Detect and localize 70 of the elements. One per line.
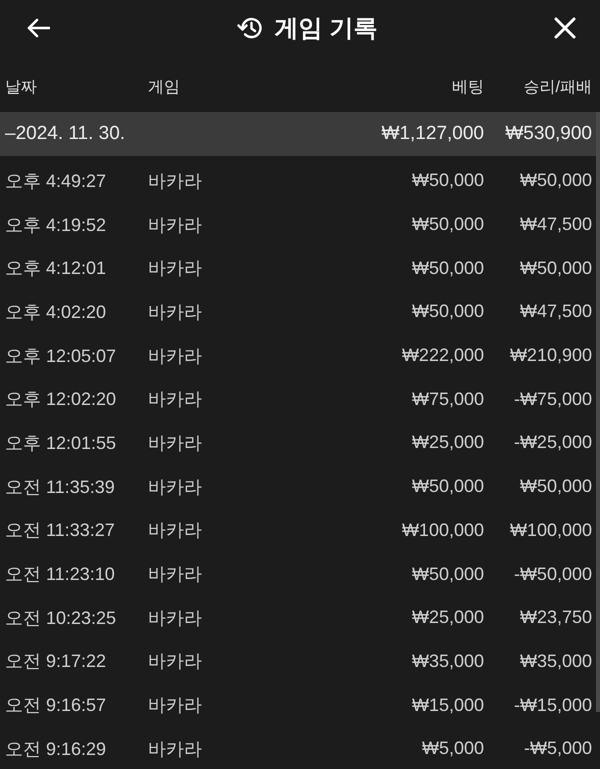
result-cell-text: ₩100,000 bbox=[508, 520, 592, 541]
time-cell-text: 오전 9:16:29 bbox=[5, 738, 108, 761]
game-cell-text: 바카라 bbox=[148, 214, 203, 237]
result-cell-text: ₩50,000 bbox=[518, 258, 592, 279]
time-cell-text: 오전 11:33:27 bbox=[5, 519, 116, 542]
game-cell-text: 바카라 bbox=[148, 563, 203, 586]
game-cell-text: 바카라 bbox=[148, 432, 203, 455]
bet-cell-text: ₩15,000 bbox=[410, 694, 484, 716]
back-arrow-icon bbox=[26, 18, 50, 38]
result-cell-text: ₩47,500 bbox=[518, 301, 592, 322]
result-cell-text: -₩75,000 bbox=[512, 388, 592, 410]
time-cell-text: 오전 11:23:10 bbox=[5, 563, 116, 586]
result-cell-text: ₩50,000 bbox=[518, 170, 592, 192]
column-header: 게임 bbox=[148, 78, 181, 98]
game-cell-text: 바카라 bbox=[148, 694, 203, 718]
bet-cell-text: ₩35,000 bbox=[410, 650, 484, 672]
column-header: 베팅 bbox=[451, 78, 484, 98]
bet-cell-text: ₩50,000 bbox=[410, 564, 484, 585]
bet-cell-text: ₩50,000 bbox=[410, 476, 484, 498]
time-cell-text: 오전 9:17:22 bbox=[5, 650, 108, 674]
time-cell-text: 오후 4:12:01 bbox=[5, 257, 108, 280]
game-cell-text: 바카라 bbox=[148, 344, 203, 368]
time-cell-text: 오후 12:05:07 bbox=[5, 344, 118, 368]
game-cell-text: 바카라 bbox=[148, 300, 203, 324]
bet-cell-text: ₩75,000 bbox=[410, 388, 484, 410]
close-button[interactable] bbox=[554, 16, 576, 38]
time-cell-text: 오후 4:49:27 bbox=[5, 170, 108, 193]
game-cell-text: 바카라 bbox=[148, 476, 203, 499]
result-cell-text: ₩50,000 bbox=[518, 476, 592, 498]
time-cell-text: 오후 4:19:52 bbox=[5, 214, 108, 237]
result-cell-text: ₩47,500 bbox=[518, 214, 592, 236]
game-cell-text: 바카라 bbox=[148, 257, 203, 280]
back-button[interactable] bbox=[26, 18, 50, 38]
scrollbar[interactable] bbox=[596, 112, 600, 712]
close-icon bbox=[554, 16, 576, 38]
column-header: 날짜 bbox=[5, 78, 38, 98]
column-header: 승리/패배 bbox=[522, 78, 592, 98]
window-title: 게임 기록 bbox=[274, 14, 378, 44]
time-cell-text: 오후 12:01:55 bbox=[5, 432, 118, 455]
game-cell-text: 바카라 bbox=[148, 170, 203, 193]
bet-cell-text: ₩50,000 bbox=[410, 301, 484, 322]
time-cell-text: 오후 4:02:20 bbox=[5, 300, 108, 324]
time-cell-text: 오후 12:02:20 bbox=[5, 388, 118, 412]
result-cell-text: -₩15,000 bbox=[512, 694, 592, 716]
result-cell-text: -₩25,000 bbox=[512, 432, 592, 454]
result-cell-text: -₩5,000 bbox=[522, 738, 592, 760]
game-cell-text: 바카라 bbox=[148, 519, 203, 542]
game-cell-text: 바카라 bbox=[148, 738, 203, 761]
time-cell-text: 오전 10:23:25 bbox=[5, 606, 118, 630]
group-bet-total: ₩1,127,000 bbox=[380, 123, 484, 145]
time-cell-text: 오전 9:16:57 bbox=[5, 694, 108, 718]
bet-cell-text: ₩25,000 bbox=[410, 607, 484, 628]
bet-cell-text: ₩5,000 bbox=[420, 738, 484, 760]
group-date: –2024. 11. 30. bbox=[5, 123, 126, 145]
game-cell-text: 바카라 bbox=[148, 606, 203, 630]
group-result-total: ₩530,900 bbox=[504, 123, 592, 145]
bet-cell-text: ₩100,000 bbox=[400, 520, 484, 541]
bet-cell-text: ₩222,000 bbox=[400, 345, 484, 366]
result-cell-text: ₩35,000 bbox=[518, 650, 592, 672]
game-cell-text: 바카라 bbox=[148, 650, 203, 674]
result-cell-text: ₩23,750 bbox=[518, 607, 592, 628]
bet-cell-text: ₩25,000 bbox=[410, 432, 484, 454]
bet-cell-text: ₩50,000 bbox=[410, 214, 484, 236]
time-cell-text: 오전 11:35:39 bbox=[5, 476, 116, 499]
result-cell-text: -₩50,000 bbox=[512, 564, 592, 585]
history-icon bbox=[236, 16, 263, 40]
game-cell-text: 바카라 bbox=[148, 388, 203, 412]
bet-cell-text: ₩50,000 bbox=[410, 170, 484, 192]
result-cell-text: ₩210,900 bbox=[508, 345, 592, 366]
bet-cell-text: ₩50,000 bbox=[410, 258, 484, 279]
